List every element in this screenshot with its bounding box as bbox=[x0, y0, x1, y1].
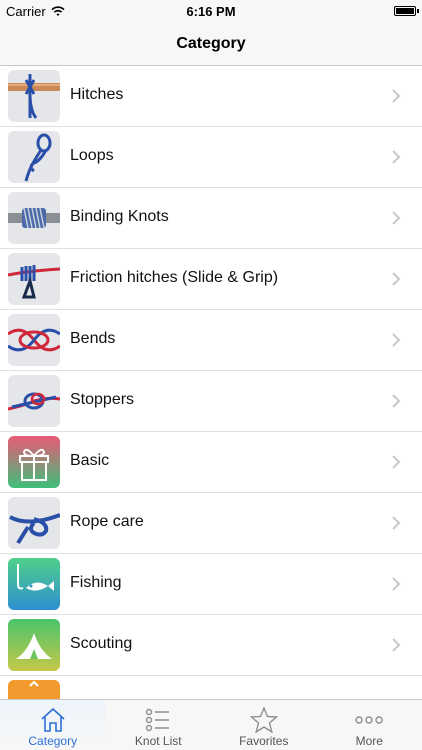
chevron-right-icon bbox=[392, 638, 401, 652]
status-bar: Carrier 6:16 PM bbox=[0, 0, 422, 22]
category-row-bends[interactable]: Bends bbox=[0, 310, 422, 371]
loop-knot-icon bbox=[8, 131, 60, 183]
home-icon bbox=[41, 707, 65, 732]
chevron-right-icon bbox=[392, 577, 401, 591]
rope-care-thumbnail bbox=[8, 497, 60, 549]
category-label: Hitches bbox=[70, 86, 124, 103]
category-row-stoppers[interactable]: Stoppers bbox=[0, 371, 422, 432]
category-label: Friction hitches (Slide & Grip) bbox=[70, 269, 279, 286]
chevron-right-icon bbox=[392, 150, 401, 164]
battery-icon bbox=[394, 6, 416, 16]
navigation-bar: Category bbox=[0, 22, 422, 66]
tab-more[interactable]: More bbox=[317, 700, 422, 750]
tent-icon bbox=[8, 619, 60, 671]
category-label: Basic bbox=[70, 452, 110, 469]
battery-tip bbox=[417, 9, 419, 13]
category-list[interactable]: Hitches Loops Binding Knots Friction hit… bbox=[0, 66, 422, 699]
page-title: Category bbox=[176, 34, 246, 52]
stopper-knot-icon bbox=[8, 375, 60, 427]
loops-thumbnail bbox=[8, 131, 60, 183]
category-row-partial[interactable] bbox=[0, 676, 422, 699]
category-label: Binding Knots bbox=[70, 208, 169, 225]
tab-label: Knot List bbox=[134, 734, 182, 748]
list-icon bbox=[146, 708, 170, 732]
rope-coil-icon bbox=[8, 497, 60, 549]
category-row-basic[interactable]: Basic bbox=[0, 432, 422, 493]
binding-knot-icon bbox=[8, 192, 60, 244]
chevron-right-icon bbox=[392, 333, 401, 347]
clock: 6:16 PM bbox=[186, 4, 236, 19]
tab-label: Favorites bbox=[239, 734, 289, 748]
category-label: Rope care bbox=[70, 513, 144, 530]
fish-icon bbox=[8, 558, 60, 610]
basic-thumbnail bbox=[8, 436, 60, 488]
category-label: Scouting bbox=[70, 635, 133, 652]
category-label: Fishing bbox=[70, 574, 122, 591]
hitch-knot-icon bbox=[8, 70, 60, 122]
hitches-thumbnail bbox=[8, 70, 60, 122]
partial-thumbnail bbox=[8, 680, 60, 699]
category-label: Loops bbox=[70, 147, 114, 164]
chevron-right-icon bbox=[392, 394, 401, 408]
tab-bar: Category Knot List Favorites More bbox=[0, 699, 422, 750]
tab-label: More bbox=[355, 734, 383, 748]
bends-thumbnail bbox=[8, 314, 60, 366]
friction-hitches-thumbnail bbox=[8, 253, 60, 305]
category-label: Stoppers bbox=[70, 391, 135, 408]
tab-category[interactable]: Category bbox=[0, 700, 106, 750]
bend-knot-icon bbox=[8, 314, 60, 366]
category-row-rope-care[interactable]: Rope care bbox=[0, 493, 422, 554]
gift-icon bbox=[8, 436, 60, 488]
chevron-right-icon bbox=[392, 89, 401, 103]
category-row-hitches[interactable]: Hitches bbox=[0, 66, 422, 127]
scouting-thumbnail bbox=[8, 619, 60, 671]
tab-knot-list[interactable]: Knot List bbox=[106, 700, 212, 750]
stoppers-thumbnail bbox=[8, 375, 60, 427]
tab-favorites[interactable]: Favorites bbox=[211, 700, 317, 750]
category-row-loops[interactable]: Loops bbox=[0, 127, 422, 188]
friction-hitch-icon bbox=[8, 253, 60, 305]
category-row-binding-knots[interactable]: Binding Knots bbox=[0, 188, 422, 249]
more-icon bbox=[355, 716, 383, 724]
chevron-right-icon bbox=[392, 455, 401, 469]
category-row-fishing[interactable]: Fishing bbox=[0, 554, 422, 615]
tab-label: Category bbox=[28, 734, 78, 748]
chevron-right-icon bbox=[392, 211, 401, 225]
category-row-friction-hitches[interactable]: Friction hitches (Slide & Grip) bbox=[0, 249, 422, 310]
category-label: Bends bbox=[70, 330, 116, 347]
fishing-thumbnail bbox=[8, 558, 60, 610]
star-icon bbox=[249, 706, 278, 734]
category-icon bbox=[8, 680, 60, 699]
chevron-right-icon bbox=[392, 272, 401, 286]
binding-knots-thumbnail bbox=[8, 192, 60, 244]
chevron-right-icon bbox=[392, 516, 401, 530]
category-row-scouting[interactable]: Scouting bbox=[0, 615, 422, 676]
